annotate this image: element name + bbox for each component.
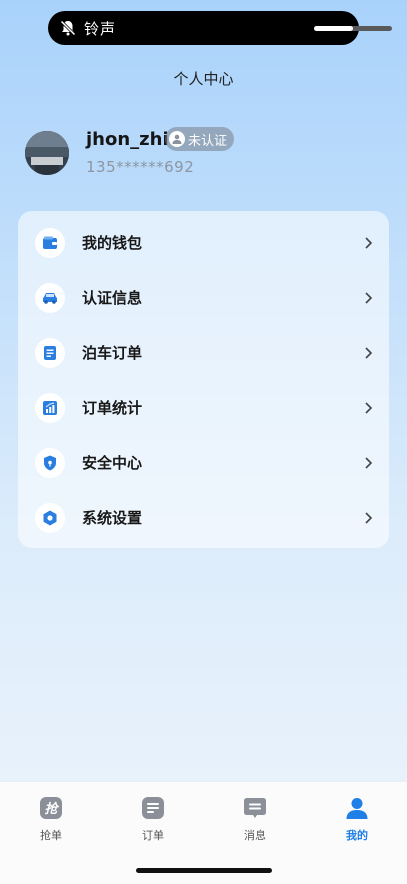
verification-status: 未认证 xyxy=(188,133,228,149)
tab-label: 订单 xyxy=(142,829,164,842)
home-indicator xyxy=(136,868,272,873)
chevron-right-icon xyxy=(365,456,373,469)
menu-item-order-stats[interactable]: 订单统计 xyxy=(18,380,389,435)
phone-number: 135******692 xyxy=(86,158,195,176)
volume-bar xyxy=(314,26,392,31)
car-icon xyxy=(35,282,65,313)
chevron-right-icon xyxy=(365,346,373,359)
tab-orders[interactable]: 订单 xyxy=(102,782,204,852)
message-icon xyxy=(244,798,266,818)
username: jhon_zhi xyxy=(86,129,169,150)
user-badge-icon xyxy=(169,131,185,147)
menu-item-security[interactable]: 安全中心 xyxy=(18,435,389,490)
menu-item-label: 泊车订单 xyxy=(82,344,143,362)
menu-card: 我的钱包 认证信息 泊车订单 订单统计 安全中心 系统设置 xyxy=(18,211,389,548)
user-icon xyxy=(346,798,368,819)
tab-label: 我的 xyxy=(346,829,368,842)
menu-item-settings[interactable]: 系统设置 xyxy=(18,490,389,545)
menu-item-certification[interactable]: 认证信息 xyxy=(18,270,389,325)
tab-messages[interactable]: 消息 xyxy=(204,782,306,852)
order-list-icon xyxy=(142,797,164,819)
menu-item-label: 订单统计 xyxy=(82,399,143,417)
wallet-icon xyxy=(35,227,65,258)
menu-item-wallet[interactable]: 我的钱包 xyxy=(18,215,389,270)
chevron-right-icon xyxy=(365,291,373,304)
ringer-label: 铃声 xyxy=(84,20,117,38)
bell-muted-icon xyxy=(60,20,76,36)
tab-mine[interactable]: 我的 xyxy=(306,782,407,852)
grab-icon: 抢 xyxy=(40,797,62,819)
volume-fill xyxy=(314,26,353,31)
verification-badge[interactable]: 未认证 xyxy=(165,127,235,151)
avatar[interactable] xyxy=(25,131,69,175)
status-island: 铃声 xyxy=(48,11,392,45)
chevron-right-icon xyxy=(365,511,373,524)
chevron-right-icon xyxy=(365,236,373,249)
svg-text:抢: 抢 xyxy=(44,801,59,817)
menu-item-parking-orders[interactable]: 泊车订单 xyxy=(18,325,389,380)
menu-item-label: 系统设置 xyxy=(82,509,143,527)
chart-icon xyxy=(35,392,65,423)
menu-item-label: 安全中心 xyxy=(82,454,143,472)
menu-item-label: 我的钱包 xyxy=(82,234,143,252)
tab-grab-orders[interactable]: 抢 抢单 xyxy=(0,782,102,852)
page-title: 个人中心 xyxy=(173,70,234,88)
menu-item-label: 认证信息 xyxy=(82,289,143,307)
settings-icon xyxy=(35,502,65,533)
tab-label: 消息 xyxy=(244,829,266,842)
document-icon xyxy=(35,337,65,368)
chevron-right-icon xyxy=(365,401,373,414)
avatar-image xyxy=(25,131,69,175)
tab-label: 抢单 xyxy=(40,829,62,842)
shield-icon xyxy=(35,447,65,478)
